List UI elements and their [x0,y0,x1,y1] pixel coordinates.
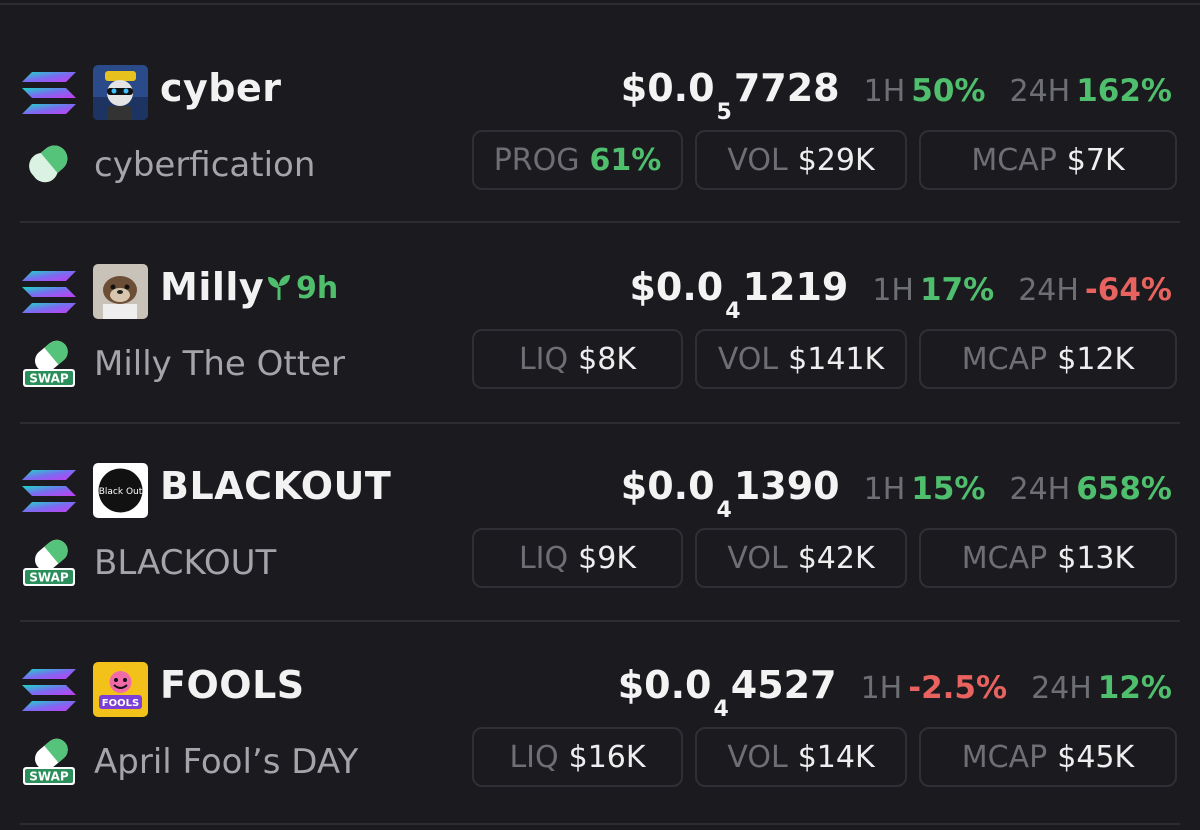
change-24h-value: 162% [1076,73,1172,109]
stat-value: 61% [589,142,662,178]
token-ticker: FOOLS [160,663,305,707]
stat-pill-liquidity[interactable]: LIQ $16K [472,727,683,787]
price-zero-count: 4 [725,299,741,324]
swap-icon: SWAP [23,340,75,387]
token-price: $0.057728 [620,66,840,125]
token-price: $0.044527 [617,663,837,722]
solana-icon [22,669,76,711]
svg-text:SWAP: SWAP [29,770,69,784]
stat-pill-progress[interactable]: PROG 61% [472,130,683,190]
stat-pill-volume[interactable]: VOL $141K [695,329,907,389]
stat-pill-volume[interactable]: VOL $42K [695,528,907,588]
price-zero-count: 4 [716,498,732,523]
stat-pill-mcap[interactable]: MCAP $7K [919,130,1177,190]
change-1h-label: 1H [872,273,914,308]
price-zero-count: 5 [716,100,732,125]
token-name: Milly The Otter [94,344,345,384]
token-row-cyber[interactable]: cyber cyberfication $0.057728 1H 50% 24H… [0,0,1200,223]
bottom-divider [20,823,1180,825]
change-24h-value: 12% [1097,670,1172,706]
stat-value: $42K [797,540,875,576]
change-24h-label: 24H [1009,472,1071,507]
solana-icon [22,271,76,313]
sprout-icon [268,275,290,300]
svg-text:FOOLS: FOOLS [102,698,139,709]
change-24h-value: -64% [1084,272,1172,308]
stat-label: LIQ [518,540,569,576]
token-name: cyberfication [94,145,316,185]
stat-pill-volume[interactable]: VOL $29K [695,130,907,190]
swap-icon: SWAP [23,539,75,586]
stat-value: $12K [1057,341,1135,377]
token-age-value: 9h [296,271,339,306]
stat-label: VOL [727,739,788,775]
change-24h-label: 24H [1031,671,1092,706]
avatar-blackout: Black Out [93,463,148,518]
solana-icon [22,72,76,114]
stat-value: $29K [797,142,875,178]
stat-label: VOL [727,540,788,576]
stat-label: MCAP [961,540,1048,576]
token-age: 9h [266,271,338,306]
change-1h-value: 50% [911,73,986,109]
change-1h-label: 1H [860,671,903,706]
change-24h-label: 24H [1018,273,1079,308]
stat-label: PROG [493,142,580,178]
avatar-cyber [93,65,148,120]
token-ticker: BLACKOUT [160,464,392,508]
stat-pill-volume[interactable]: VOL $14K [695,727,907,787]
token-name: BLACKOUT [94,543,277,583]
change-1h-value: 15% [911,471,986,507]
stat-pill-mcap[interactable]: MCAP $13K [919,528,1177,588]
token-ticker: Milly [160,265,265,309]
stat-label: VOL [717,341,779,377]
token-row-blackout[interactable]: Black Out BLACKOUT SWAP BLACKOUT $0.0413… [0,398,1200,622]
stat-value: $13K [1057,540,1135,576]
stat-value: $16K [568,739,646,775]
stat-pill-liquidity[interactable]: LIQ $8K [472,329,683,389]
stat-label: MCAP [961,739,1048,775]
price-stats: $0.041390 1H 15% 24H 658% [620,464,1172,523]
svg-text:SWAP: SWAP [29,372,69,386]
token-row-milly[interactable]: Milly 9h SWAP Milly The Otter $0.041219 … [0,199,1200,424]
price-zero-count: 4 [713,697,729,722]
pill-icon [29,145,68,183]
stat-label: LIQ [518,341,569,377]
solana-icon [22,470,76,512]
change-1h-label: 1H [863,74,906,109]
stat-value: $7K [1066,142,1125,178]
change-24h-label: 24H [1009,74,1071,109]
stat-value: $8K [578,341,637,377]
stat-label: LIQ [509,739,559,775]
svg-text:SWAP: SWAP [29,571,69,585]
token-price: $0.041390 [620,464,840,523]
change-1h-value: 17% [919,272,995,308]
price-stats: $0.044527 1H -2.5% 24H 12% [617,663,1172,722]
token-ticker: cyber [160,66,282,110]
stat-value: $45K [1057,739,1135,775]
stat-value: $9K [578,540,637,576]
token-row-fools[interactable]: FOOLS FOOLS SWAP April Fool’s DAY $0.044… [0,597,1200,795]
price-stats: $0.057728 1H 50% 24H 162% [620,66,1172,125]
stat-value: $14K [797,739,875,775]
swap-icon: SWAP [23,738,75,785]
svg-text:Black Out: Black Out [99,487,143,497]
avatar-fools: FOOLS [93,662,148,717]
stat-pill-mcap[interactable]: MCAP $45K [919,727,1177,787]
change-24h-value: 658% [1076,471,1172,507]
stat-pill-liquidity[interactable]: LIQ $9K [472,528,683,588]
token-name: April Fool’s DAY [94,742,359,782]
stat-label: VOL [727,142,788,178]
stat-label: MCAP [971,142,1057,178]
stat-value: $141K [788,341,885,377]
avatar-otter [93,264,148,319]
token-price: $0.041219 [629,265,849,324]
change-1h-value: -2.5% [908,670,1008,706]
stat-pill-mcap[interactable]: MCAP $12K [919,329,1177,389]
price-stats: $0.041219 1H 17% 24H -64% [629,265,1172,324]
change-1h-label: 1H [863,472,906,507]
stat-label: MCAP [961,341,1048,377]
